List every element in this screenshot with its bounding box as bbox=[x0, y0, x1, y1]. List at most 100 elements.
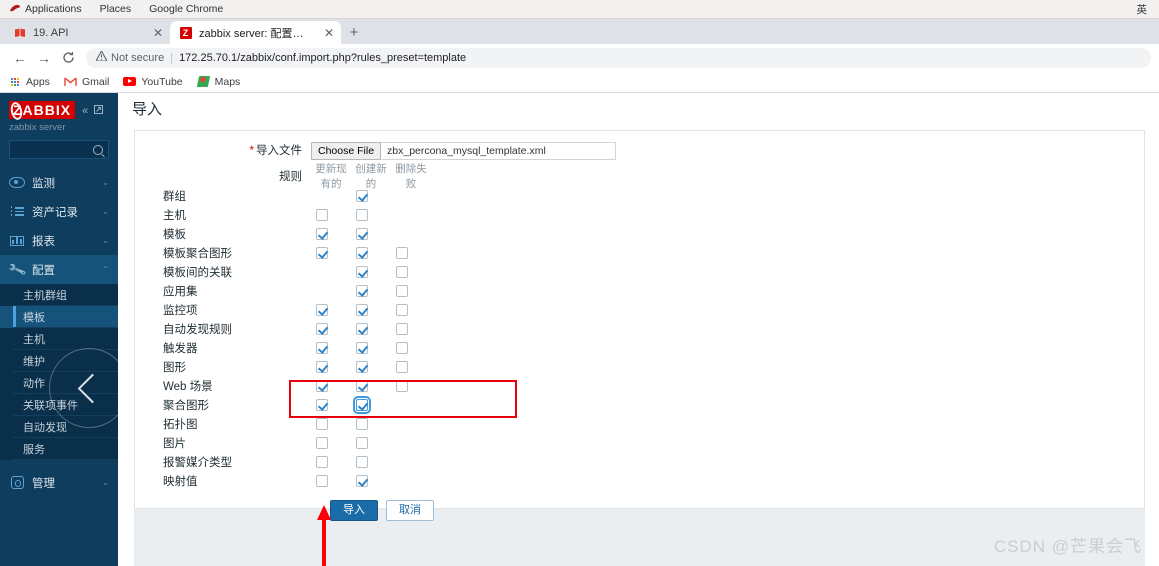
os-menu-applications[interactable]: Applications bbox=[0, 0, 91, 18]
rule-checkbox[interactable] bbox=[356, 246, 368, 259]
rule-checkbox[interactable] bbox=[316, 303, 328, 316]
input-method-indicator[interactable]: 英 bbox=[1137, 2, 1159, 17]
rule-checkbox-cell[interactable] bbox=[302, 417, 342, 430]
rule-checkbox-cell[interactable] bbox=[342, 395, 382, 414]
rule-checkbox-cell[interactable] bbox=[342, 246, 382, 259]
rule-checkbox-cell[interactable] bbox=[382, 379, 422, 392]
rule-checkbox[interactable] bbox=[356, 360, 368, 373]
rule-checkbox[interactable] bbox=[356, 208, 368, 221]
rule-checkbox[interactable] bbox=[353, 395, 371, 414]
rule-checkbox[interactable] bbox=[316, 398, 328, 411]
rule-checkbox[interactable] bbox=[396, 360, 408, 373]
sidebar-search-input[interactable] bbox=[9, 140, 109, 159]
rule-checkbox[interactable] bbox=[356, 322, 368, 335]
bookmark-maps[interactable]: Maps bbox=[196, 75, 240, 88]
rule-checkbox[interactable] bbox=[316, 208, 328, 221]
sidebar-item-configuration[interactable]: 🔧 配置 ⌃ bbox=[0, 255, 118, 284]
rule-checkbox[interactable] bbox=[316, 227, 328, 240]
rule-checkbox[interactable] bbox=[396, 322, 408, 335]
rule-checkbox-cell[interactable] bbox=[302, 322, 342, 335]
rule-checkbox-cell[interactable] bbox=[302, 398, 342, 411]
os-menu-chrome[interactable]: Google Chrome bbox=[140, 0, 232, 18]
rule-checkbox-cell[interactable] bbox=[382, 265, 422, 278]
rule-checkbox[interactable] bbox=[356, 303, 368, 316]
sidebar-item-hosts[interactable]: 主机 bbox=[0, 328, 118, 350]
rule-checkbox-cell[interactable] bbox=[302, 246, 342, 259]
rule-checkbox[interactable] bbox=[396, 246, 408, 259]
browser-tab-1-close-icon[interactable]: ✕ bbox=[324, 27, 334, 39]
rule-checkbox[interactable] bbox=[356, 227, 368, 240]
rule-checkbox[interactable] bbox=[356, 455, 368, 468]
bookmark-youtube[interactable]: YouTube bbox=[123, 75, 183, 88]
rule-checkbox-cell[interactable] bbox=[382, 246, 422, 259]
rule-checkbox[interactable] bbox=[316, 341, 328, 354]
browser-tab-0[interactable]: 19. API ✕ bbox=[4, 21, 170, 44]
rule-checkbox[interactable] bbox=[396, 379, 408, 392]
rule-checkbox-cell[interactable] bbox=[342, 360, 382, 373]
back-icon[interactable]: ← bbox=[8, 46, 32, 70]
rule-checkbox-cell[interactable] bbox=[382, 360, 422, 373]
rule-checkbox-cell[interactable] bbox=[382, 322, 422, 335]
bookmark-gmail[interactable]: Gmail bbox=[64, 75, 109, 88]
rule-checkbox[interactable] bbox=[356, 284, 368, 297]
rule-checkbox-cell[interactable] bbox=[342, 455, 382, 468]
import-file-input[interactable]: Choose File zbx_percona_mysql_template.x… bbox=[311, 142, 616, 160]
rule-checkbox-cell[interactable] bbox=[382, 341, 422, 354]
sidebar-item-administration[interactable]: 管理 ⌄ bbox=[0, 468, 118, 497]
rule-checkbox[interactable] bbox=[316, 474, 328, 487]
sidebar-item-maintenance[interactable]: 维护 bbox=[0, 350, 118, 372]
rule-checkbox-cell[interactable] bbox=[302, 455, 342, 468]
rule-checkbox-cell[interactable] bbox=[302, 227, 342, 240]
rule-checkbox[interactable] bbox=[396, 303, 408, 316]
rule-checkbox-cell[interactable] bbox=[342, 284, 382, 297]
rule-checkbox[interactable] bbox=[396, 284, 408, 297]
rule-checkbox-cell[interactable] bbox=[342, 303, 382, 316]
sidebar-item-actions[interactable]: 动作 bbox=[0, 372, 118, 394]
rule-checkbox-cell[interactable] bbox=[302, 436, 342, 449]
rule-checkbox[interactable] bbox=[316, 246, 328, 259]
rule-checkbox[interactable] bbox=[356, 265, 368, 278]
rule-checkbox-cell[interactable] bbox=[342, 227, 382, 240]
rule-checkbox[interactable] bbox=[316, 360, 328, 373]
sidebar-item-discovery[interactable]: 自动发现 bbox=[0, 416, 118, 438]
choose-file-button[interactable]: Choose File bbox=[311, 142, 382, 160]
rule-checkbox-cell[interactable] bbox=[342, 341, 382, 354]
rule-checkbox[interactable] bbox=[316, 436, 328, 449]
rule-checkbox-cell[interactable] bbox=[342, 208, 382, 221]
browser-tab-0-close-icon[interactable]: ✕ bbox=[153, 27, 163, 39]
rule-checkbox[interactable] bbox=[316, 322, 328, 335]
rule-checkbox-cell[interactable] bbox=[302, 379, 342, 392]
import-submit-button[interactable]: 导入 bbox=[330, 500, 378, 521]
rule-checkbox[interactable] bbox=[316, 455, 328, 468]
sidebar-item-inventory[interactable]: 资产记录 ⌄ bbox=[0, 197, 118, 226]
rule-checkbox[interactable] bbox=[356, 474, 368, 487]
sidebar-item-monitoring[interactable]: 监测 ⌄ bbox=[0, 168, 118, 197]
sidebar-brand[interactable]: ZABBIX « bbox=[0, 93, 118, 119]
sidebar-item-services[interactable]: 服务 bbox=[0, 438, 118, 460]
sidebar-collapse-icon[interactable]: « bbox=[82, 105, 88, 117]
rule-checkbox-cell[interactable] bbox=[342, 265, 382, 278]
sidebar-hide-icon[interactable] bbox=[94, 104, 104, 117]
rule-checkbox-cell[interactable] bbox=[302, 208, 342, 221]
reload-icon[interactable] bbox=[56, 46, 80, 70]
rule-checkbox-cell[interactable] bbox=[382, 303, 422, 316]
rule-checkbox-cell[interactable] bbox=[302, 341, 342, 354]
rule-checkbox[interactable] bbox=[356, 379, 368, 392]
rule-checkbox-cell[interactable] bbox=[342, 322, 382, 335]
new-tab-button[interactable]: + bbox=[341, 21, 367, 44]
rule-checkbox[interactable] bbox=[396, 265, 408, 278]
rule-checkbox[interactable] bbox=[356, 341, 368, 354]
rule-checkbox-cell[interactable] bbox=[342, 417, 382, 430]
rule-checkbox-cell[interactable] bbox=[302, 474, 342, 487]
os-menu-places[interactable]: Places bbox=[91, 0, 141, 18]
rule-checkbox[interactable] bbox=[316, 379, 328, 392]
import-cancel-button[interactable]: 取消 bbox=[386, 500, 434, 521]
rule-checkbox[interactable] bbox=[356, 417, 368, 430]
bookmark-apps[interactable]: Apps bbox=[8, 75, 50, 88]
rule-checkbox[interactable] bbox=[356, 436, 368, 449]
rule-checkbox-cell[interactable] bbox=[302, 303, 342, 316]
rule-checkbox[interactable] bbox=[356, 189, 368, 202]
rule-checkbox[interactable] bbox=[316, 417, 328, 430]
rule-checkbox-cell[interactable] bbox=[342, 189, 382, 202]
sidebar-item-event-correlation[interactable]: 关联项事件 bbox=[0, 394, 118, 416]
